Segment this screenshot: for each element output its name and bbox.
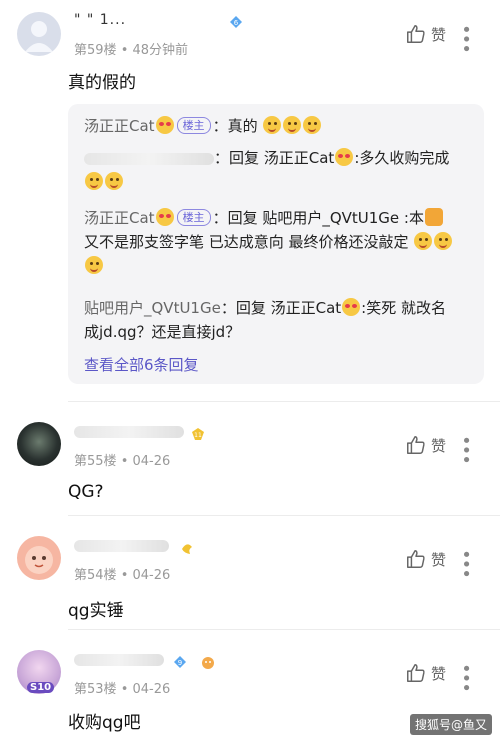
reply-text: ：真的 <box>212 117 258 135</box>
reply-author[interactable]: 汤正正Cat <box>84 209 155 227</box>
reply-author[interactable]: 汤正正Cat <box>84 117 155 135</box>
comment-text: 真的假的 <box>68 73 136 93</box>
more-options-icon[interactable]: ••• <box>455 663 476 692</box>
svg-text:11: 11 <box>194 432 202 439</box>
avatar-badge: S10 <box>27 682 55 693</box>
cat-emoji-icon <box>424 208 443 226</box>
post-meta: 第55楼 • 04-26 <box>74 450 170 469</box>
reply-text-tail: :多久收购完成 <box>354 149 450 167</box>
floor-number: 第53楼 <box>74 682 117 697</box>
meta-separator: • <box>120 454 129 469</box>
post-meta: 第54楼 • 04-26 <box>74 564 170 583</box>
like-label: 赞 <box>431 550 447 569</box>
comment-item: " " 1... 6 第59楼 • 48分钟前 赞 ••• 真的假的 汤正正Ca… <box>0 0 500 395</box>
floor-number: 第55楼 <box>74 454 117 469</box>
level-badge-icon: 11 <box>192 428 204 440</box>
thumbs-up-icon <box>407 550 425 568</box>
fan-badge-icon <box>202 657 214 669</box>
thumbs-up-icon <box>407 25 425 43</box>
reply-item[interactable]: 汤正正Cat 楼主 ：真的 <box>84 114 476 138</box>
level-diamond-icon: 9 <box>174 656 186 668</box>
emoji-icon <box>85 172 103 190</box>
avatar[interactable] <box>17 536 61 580</box>
avatar[interactable] <box>17 12 61 56</box>
like-label: 赞 <box>431 25 447 44</box>
reply-text: ：回复 汤正正Cat <box>220 299 342 317</box>
emoji-icon <box>303 116 322 134</box>
heart-eyes-emoji-icon <box>342 298 361 316</box>
post-time: 48分钟前 <box>132 43 189 58</box>
meta-separator: • <box>120 568 129 583</box>
svg-text:9: 9 <box>178 659 182 667</box>
comment-text: QG? <box>68 482 104 502</box>
username[interactable] <box>74 424 184 440</box>
thumbs-up-icon <box>407 436 425 454</box>
avatar[interactable] <box>17 422 61 466</box>
reply-item[interactable]: ：回复 汤正正Cat :多久收购完成 <box>84 146 476 194</box>
reply-author[interactable]: 贴吧用户_QVtU1Ge <box>84 299 221 317</box>
reply-list: 汤正正Cat 楼主 ：真的 ：回复 汤正正Cat:多久收购完成 汤正正Cat 楼主 ：回… <box>68 104 484 384</box>
meta-separator: • <box>120 682 129 697</box>
op-tag: 楼主 <box>176 117 211 134</box>
op-tag: 楼主 <box>176 209 211 226</box>
username-text: " " 1... <box>74 12 127 28</box>
blurred-username <box>74 540 169 552</box>
username[interactable] <box>74 538 169 554</box>
comment-text: qg实锤 <box>68 601 124 621</box>
username[interactable] <box>74 652 164 668</box>
watermark: 搜狐号@鱼又 <box>410 714 493 735</box>
more-options-icon[interactable]: ••• <box>455 24 476 53</box>
svg-text:6: 6 <box>234 19 239 27</box>
reply-text-line2: 又不是那支签字笔 已达成意向 最终价格还没敲定 <box>84 233 409 251</box>
heart-eyes-emoji-icon <box>155 116 174 134</box>
emoji-icon <box>85 256 103 274</box>
heart-eyes-emoji-icon <box>335 148 354 166</box>
blurred-username <box>74 654 164 666</box>
emoji-icon <box>414 232 433 250</box>
reply-text: ：回复 汤正正Cat <box>214 149 335 167</box>
emoji-icon <box>283 116 302 134</box>
reply-text: ：回复 贴吧用户_QVtU1Ge :本 <box>212 209 424 227</box>
floor-number: 第59楼 <box>74 43 117 58</box>
post-meta: 第53楼 • 04-26 <box>74 678 170 697</box>
comment-text: 收购qg吧 <box>68 713 141 733</box>
blurred-username <box>74 426 184 438</box>
view-all-replies-link[interactable]: 查看全部6条回复 <box>84 354 199 375</box>
level-badge-icon <box>182 544 192 554</box>
reply-item[interactable]: 贴吧用户_QVtU1Ge：回复 汤正正Cat :笑死 就改名 成jd.qg？还是直… <box>84 296 476 344</box>
like-button[interactable]: 赞 <box>405 662 446 684</box>
reply-item[interactable]: 汤正正Cat 楼主 ：回复 贴吧用户_QVtU1Ge :本 又不是那支签字笔 已达成… <box>84 206 476 278</box>
meta-separator: • <box>120 43 129 58</box>
like-label: 赞 <box>431 436 447 455</box>
post-time: 04-26 <box>132 454 171 469</box>
blurred-username <box>84 152 214 165</box>
like-button[interactable]: 赞 <box>405 434 446 456</box>
avatar[interactable]: S10 <box>17 650 61 694</box>
comment-item: 第54楼 • 04-26 赞 ••• qg实锤 <box>0 516 500 628</box>
emoji-icon <box>105 172 123 190</box>
more-options-icon[interactable]: ••• <box>455 549 476 578</box>
emoji-icon <box>434 232 453 250</box>
emoji-icon <box>263 116 282 134</box>
like-label: 赞 <box>431 664 447 683</box>
username[interactable]: " " 1... <box>74 12 126 28</box>
reply-text-line2: 成jd.qg？还是直接jd？ <box>84 323 241 341</box>
thumbs-up-icon <box>407 664 425 682</box>
like-button[interactable]: 赞 <box>405 23 446 45</box>
heart-eyes-emoji-icon <box>155 208 174 226</box>
like-button[interactable]: 赞 <box>405 548 446 570</box>
post-meta: 第59楼 • 48分钟前 <box>74 39 188 58</box>
reply-text-tail: :笑死 就改名 <box>361 299 446 317</box>
post-time: 04-26 <box>132 682 171 697</box>
level-diamond-icon: 6 <box>230 16 242 28</box>
post-time: 04-26 <box>132 568 171 583</box>
floor-number: 第54楼 <box>74 568 117 583</box>
comment-item: 11 第55楼 • 04-26 赞 ••• QG? <box>0 402 500 514</box>
more-options-icon[interactable]: ••• <box>455 435 476 464</box>
